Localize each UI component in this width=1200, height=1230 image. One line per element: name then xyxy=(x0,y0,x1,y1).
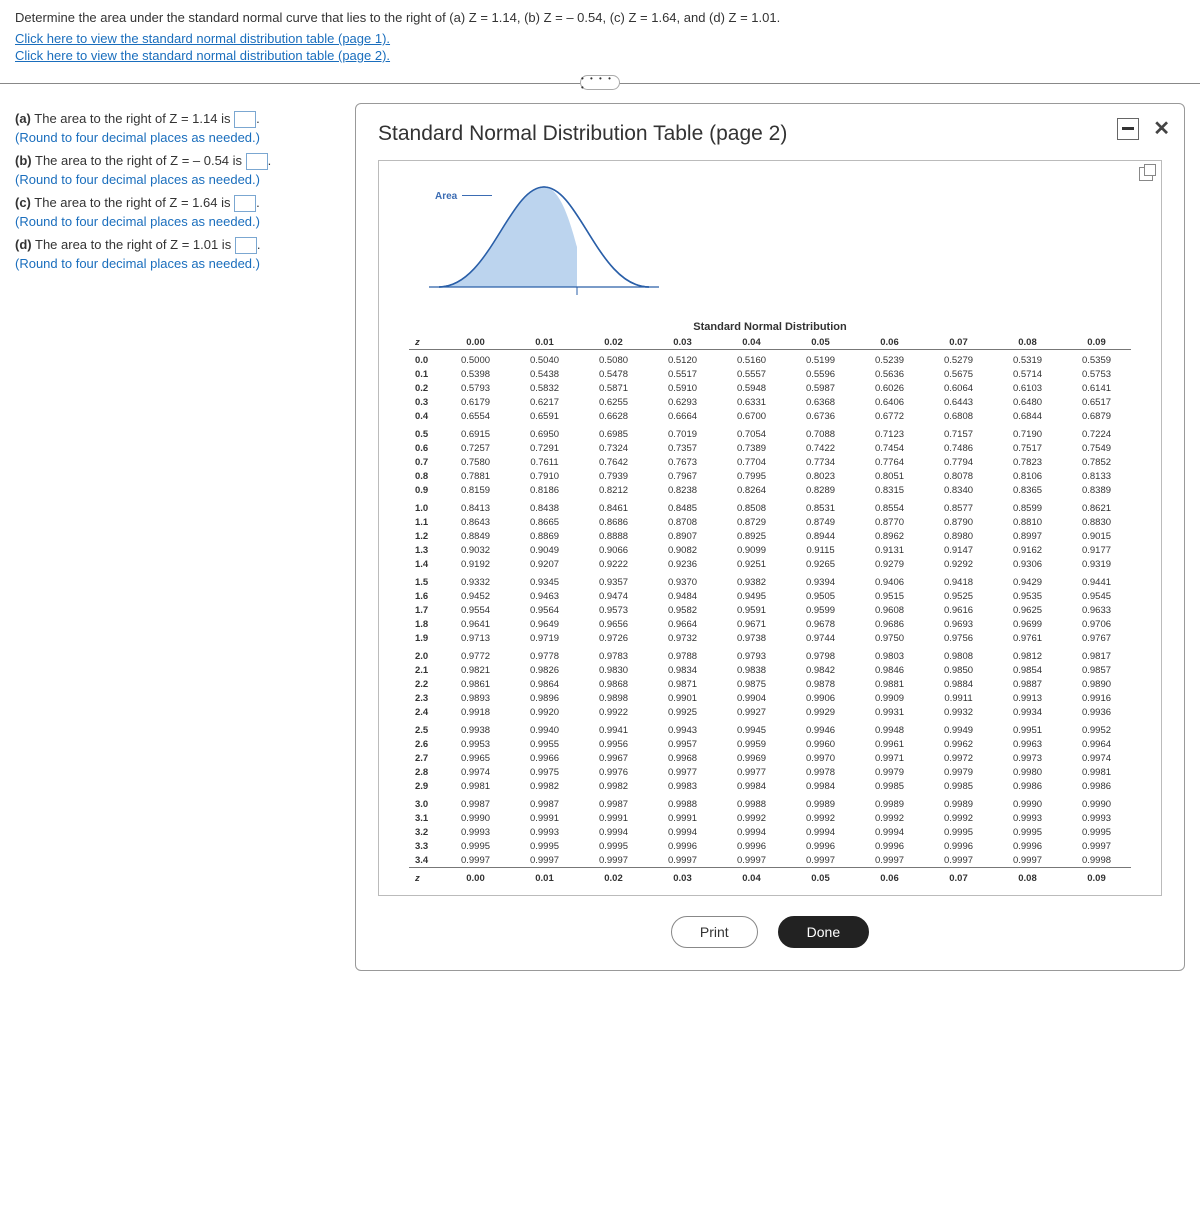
question-text: Determine the area under the standard no… xyxy=(15,10,1185,25)
table-row: 2.00.97720.97780.97830.97880.97930.97980… xyxy=(409,649,1131,663)
area-label: Area xyxy=(435,191,457,202)
table-row: 0.50.69150.69500.69850.70190.70540.70880… xyxy=(409,427,1131,441)
table-row: 0.80.78810.79100.79390.79670.79950.80230… xyxy=(409,469,1131,483)
table-row: 0.10.53980.54380.54780.55170.55570.55960… xyxy=(409,367,1131,381)
table-row: 1.50.93320.93450.93570.93700.93820.93940… xyxy=(409,575,1131,589)
table-row: 2.60.99530.99550.99560.99570.99590.99600… xyxy=(409,737,1131,751)
table-row: 0.40.65540.65910.66280.66640.67000.67360… xyxy=(409,409,1131,423)
answer-input-c[interactable] xyxy=(234,195,256,212)
table-row: 1.30.90320.90490.90660.90820.90990.91150… xyxy=(409,543,1131,557)
table-row: 1.60.94520.94630.94740.94840.94950.95050… xyxy=(409,589,1131,603)
copy-icon[interactable] xyxy=(1139,167,1153,181)
part-c-suffix: . xyxy=(256,195,260,210)
part-b-label: (b) The area to the right of Z = – 0.54 … xyxy=(15,153,242,168)
part-d-suffix: . xyxy=(257,237,261,252)
table-row: 2.90.99810.99820.99820.99830.99840.99840… xyxy=(409,779,1131,793)
part-c-label: (c) The area to the right of Z = 1.64 is xyxy=(15,195,230,210)
table-row: 1.70.95540.95640.95730.95820.95910.95990… xyxy=(409,603,1131,617)
table-row: 2.80.99740.99750.99760.99770.99770.99780… xyxy=(409,765,1131,779)
z-table: z0.000.010.020.030.040.050.060.070.080.0… xyxy=(409,335,1131,885)
table-row: 1.00.84130.84380.84610.84850.85080.85310… xyxy=(409,501,1131,515)
table-row: 3.10.99900.99910.99910.99910.99920.99920… xyxy=(409,811,1131,825)
table-row: 2.30.98930.98960.98980.99010.99040.99060… xyxy=(409,691,1131,705)
minimize-icon[interactable] xyxy=(1117,118,1139,140)
table-row: 1.80.96410.96490.96560.96640.96710.96780… xyxy=(409,617,1131,631)
link-table-page2[interactable]: Click here to view the standard normal d… xyxy=(15,48,1185,63)
table-row: 0.00.50000.50400.50800.51200.51600.51990… xyxy=(409,353,1131,367)
table-row: 2.20.98610.98640.98680.98710.98750.98780… xyxy=(409,677,1131,691)
table-row: 3.40.99970.99970.99970.99970.99970.99970… xyxy=(409,853,1131,868)
part-a-suffix: . xyxy=(256,111,260,126)
round-note-c: (Round to four decimal places as needed.… xyxy=(15,214,345,229)
table-row: 2.40.99180.99200.99220.99250.99270.99290… xyxy=(409,705,1131,719)
table-row: 1.90.97130.97190.97260.97320.97380.97440… xyxy=(409,631,1131,645)
answer-input-a[interactable] xyxy=(234,111,256,128)
answer-input-b[interactable] xyxy=(246,153,268,170)
table-row: 0.60.72570.72910.73240.73570.73890.74220… xyxy=(409,441,1131,455)
modal-title: Standard Normal Distribution Table (page… xyxy=(378,122,1162,146)
table-row: 3.00.99870.99870.99870.99880.99880.99890… xyxy=(409,797,1131,811)
table-panel: Area z Standard Normal Distribution z0.0… xyxy=(378,160,1162,896)
round-note-a: (Round to four decimal places as needed.… xyxy=(15,130,345,145)
table-row: 2.50.99380.99400.99410.99430.99450.99460… xyxy=(409,723,1131,737)
part-a-label: (a) The area to the right of Z = 1.14 is xyxy=(15,111,230,126)
part-b-suffix: . xyxy=(268,153,272,168)
z-table-modal: ✕ Standard Normal Distribution Table (pa… xyxy=(355,103,1185,971)
table-row: 1.20.88490.88690.88880.89070.89250.89440… xyxy=(409,529,1131,543)
done-button[interactable]: Done xyxy=(778,916,869,948)
area-label-line xyxy=(462,195,492,196)
table-row: 3.20.99930.99930.99940.99940.99940.99940… xyxy=(409,825,1131,839)
link-table-page1[interactable]: Click here to view the standard normal d… xyxy=(15,31,1185,46)
table-row: 1.40.91920.92070.92220.92360.92510.92650… xyxy=(409,557,1131,571)
part-d-label: (d) The area to the right of Z = 1.01 is xyxy=(15,237,231,252)
table-row: 0.90.81590.81860.82120.82380.82640.82890… xyxy=(409,483,1131,497)
table-row: 3.30.99950.99950.99950.99960.99960.99960… xyxy=(409,839,1131,853)
table-row: 2.10.98210.98260.98300.98340.98380.98420… xyxy=(409,663,1131,677)
close-icon[interactable]: ✕ xyxy=(1153,116,1170,141)
distribution-title: Standard Normal Distribution xyxy=(409,321,1131,333)
print-button[interactable]: Print xyxy=(671,916,758,948)
round-note-b: (Round to four decimal places as needed.… xyxy=(15,172,345,187)
round-note-d: (Round to four decimal places as needed.… xyxy=(15,256,345,271)
table-row: 1.10.86430.86650.86860.87080.87290.87490… xyxy=(409,515,1131,529)
table-row: 0.70.75800.76110.76420.76730.77040.77340… xyxy=(409,455,1131,469)
table-row: 0.30.61790.62170.62550.62930.63310.63680… xyxy=(409,395,1131,409)
table-row: 2.70.99650.99660.99670.99680.99690.99700… xyxy=(409,751,1131,765)
table-row: 0.20.57930.58320.58710.59100.59480.59870… xyxy=(409,381,1131,395)
expand-button[interactable]: • • • • • xyxy=(580,75,620,90)
answer-input-d[interactable] xyxy=(235,237,257,254)
